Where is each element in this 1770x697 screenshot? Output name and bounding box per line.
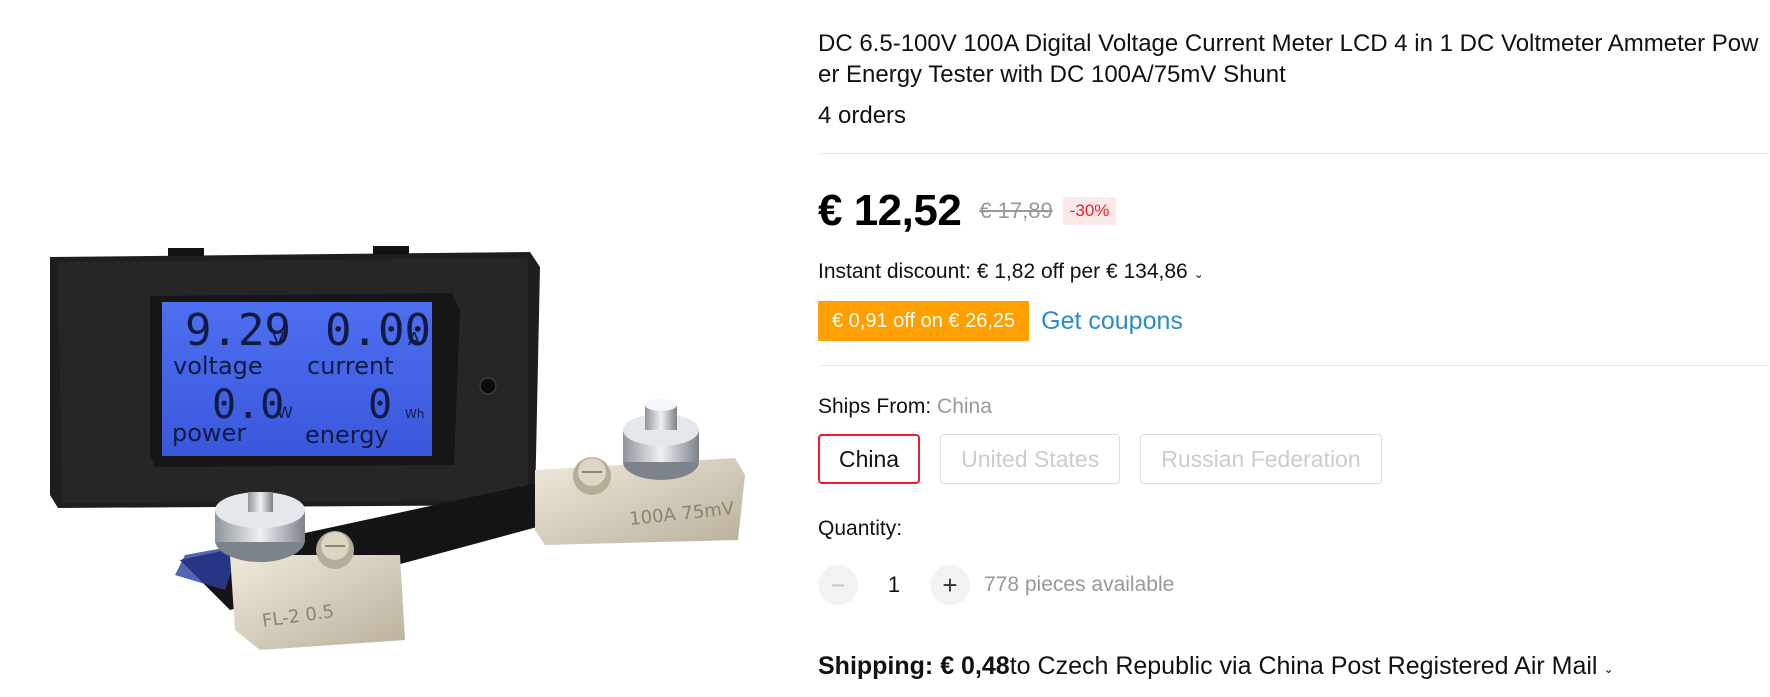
product-photo: 9.29 V 0.00 A voltage current 0.0 W 0 Wh…	[50, 246, 745, 650]
product-title: DC 6.5-100V 100A Digital Voltage Current…	[818, 30, 1759, 88]
lcd-power-unit: W	[277, 403, 293, 422]
lcd-energy-label: energy	[305, 421, 389, 449]
lcd-voltage-unit: V	[272, 329, 285, 350]
ship-option-russian-federation[interactable]: Russian Federation	[1140, 434, 1382, 484]
ships-from-label: Ships From: China	[818, 395, 992, 419]
chevron-down-icon[interactable]: ⌄	[1604, 662, 1614, 676]
pieces-available: 778 pieces available	[984, 573, 1175, 596]
divider	[818, 365, 1768, 366]
quantity-value[interactable]: 1	[858, 572, 930, 598]
coupon-row: € 0,91 off on € 26,25 Get coupons	[815, 301, 1183, 341]
order-count: 4 orders	[818, 102, 907, 129]
quantity-label: Quantity:	[818, 517, 903, 540]
lcd-voltage-label: voltage	[173, 352, 263, 380]
lcd-power-label: power	[172, 419, 246, 447]
original-price: € 17,89	[979, 198, 1053, 223]
ship-option-united-states[interactable]: United States	[940, 434, 1121, 484]
chevron-down-icon[interactable]: ⌄	[1194, 267, 1204, 281]
lcd-energy-unit: Wh	[405, 407, 424, 421]
shipping-label: Shipping:	[818, 652, 934, 680]
price-row: € 12,52 € 17,89 -30%	[818, 186, 1117, 236]
plus-icon: +	[942, 569, 958, 600]
ships-from-text: Ships From:	[818, 395, 938, 418]
quantity-increase-button[interactable]: +	[930, 565, 970, 605]
instant-discount[interactable]: Instant discount: € 1,82 off per € 134,8…	[818, 260, 1204, 284]
minus-icon: −	[830, 569, 846, 600]
instant-discount-text: Instant discount: € 1,82 off per € 134,8…	[818, 260, 1188, 283]
current-price: € 12,52	[818, 186, 962, 235]
lcd-current-unit: A	[408, 329, 421, 350]
ship-option-china[interactable]: China	[818, 434, 921, 484]
quantity-decrease-button[interactable]: −	[818, 565, 858, 605]
quantity-stepper: − 1 + 778 pieces available	[818, 565, 1174, 605]
shipping-details: to Czech Republic via China Post Registe…	[1009, 652, 1598, 680]
product-image[interactable]: 9.29 V 0.00 A voltage current 0.0 W 0 Wh…	[0, 0, 764, 697]
meter-button	[479, 377, 497, 395]
product-info: DC 6.5-100V 100A Digital Voltage Current…	[815, 0, 1768, 697]
coupon-tag[interactable]: € 0,91 off on € 26,25	[815, 301, 1032, 341]
discount-badge: -30%	[1062, 197, 1117, 225]
ship-options: China United States Russian Federation	[818, 434, 1382, 484]
shipping-info[interactable]: Shipping: € 0,48 to Czech Republic via C…	[818, 652, 1614, 681]
ships-from-value: China	[937, 395, 992, 418]
get-coupons-link[interactable]: Get coupons	[1041, 307, 1183, 336]
lcd-current-label: current	[307, 352, 394, 380]
shipping-price: € 0,48	[940, 652, 1010, 680]
divider	[818, 153, 1768, 154]
